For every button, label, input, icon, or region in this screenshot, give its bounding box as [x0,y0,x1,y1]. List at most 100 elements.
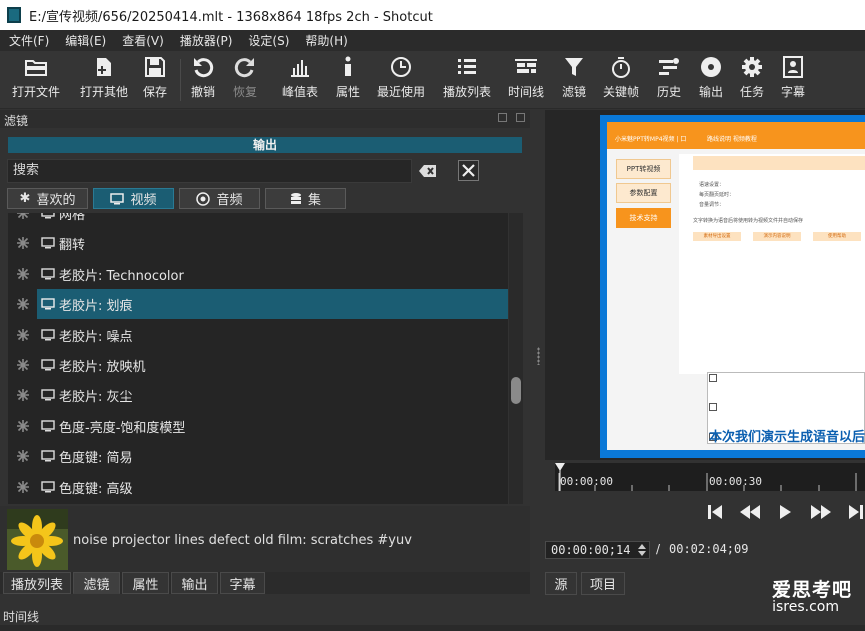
tab-favorites[interactable]: ✱ 喜欢的 [7,188,88,209]
filter-row-chroma-key-simple[interactable]: 色度键: 简易 [8,441,508,471]
tab-properties[interactable]: 属性 [122,572,169,594]
close-icon [462,164,475,177]
menu-file[interactable]: 文件(F) [0,32,56,49]
disc-export-icon [700,51,722,83]
filter-row-chroma-key-advanced[interactable]: 色度键: 高级 [8,472,508,502]
float-panel-icon[interactable] [498,113,507,122]
filter-row-old-film-noise[interactable]: 老胶片: 噪点 [8,320,508,350]
filters-panel-title: 滤镜 [4,114,29,128]
redo-button[interactable]: 恢复 [229,51,261,109]
monitor-icon [110,192,125,204]
filter-name: 老胶片: 放映机 [59,359,146,375]
close-filter-search-button[interactable] [458,160,479,181]
filter-row-old-film-projector[interactable]: 老胶片: 放映机 [8,350,508,380]
ruler-time-30: 00:00:30 [709,475,762,488]
favorite-star-icon[interactable] [17,450,29,462]
favorite-star-icon[interactable] [17,481,29,493]
menu-view[interactable]: 查看(V) [113,32,171,49]
tab-filters[interactable]: 滤镜 [73,572,120,594]
filter-list-scrollbar[interactable] [509,213,523,504]
undo-button[interactable]: 撤销 [187,51,219,109]
menu-edit[interactable]: 编辑(E) [56,32,113,49]
favorite-star-icon[interactable] [17,359,29,371]
frame-side-button-2: 参数配置 [616,183,671,203]
frame-subtitle-text: 本次我们演示生成语音以后 [709,430,865,445]
close-panel-icon[interactable] [516,113,525,122]
timeline-button[interactable]: 时间线 [505,51,547,109]
monitor-icon [41,237,55,249]
timecode-separator: / [656,542,661,556]
save-button[interactable]: 保存 [139,51,171,109]
skip-to-end-icon[interactable] [848,503,864,521]
filter-row-hsl[interactable]: 色度-亮度-饱和度模型 [8,411,508,441]
fast-forward-icon[interactable] [810,503,832,521]
filter-thumbnail-flower [7,509,68,570]
open-file-button[interactable]: 打开文件 [8,51,64,109]
subtitles-button[interactable]: 字幕 [777,51,809,109]
timecode-spinner-icon[interactable] [637,542,647,558]
current-timecode-input[interactable]: 00:00:00;14 [545,541,650,559]
monitor-icon [41,389,55,401]
video-frame-content: 小米魅PPT转MP4视频 | 口 路线说明 视频教程 PPT转视频 参数配置 技… [607,122,865,450]
monitor-icon [41,298,55,310]
filter-row-old-film-scratches[interactable]: 老胶片: 划痕 [8,289,508,319]
favorite-star-icon[interactable] [17,213,29,219]
filter-description: noise projector lines defect old film: s… [73,533,412,548]
tab-sets[interactable]: 集 [265,188,346,209]
open-other-button[interactable]: 打开其他 [74,51,134,109]
peak-meter-button[interactable]: 峰值表 [279,51,321,109]
jobs-button[interactable]: 任务 [736,51,768,109]
favorite-star-icon[interactable] [17,329,29,341]
export-button[interactable]: 输出 [695,51,727,109]
tab-export[interactable]: 输出 [171,572,218,594]
monitor-icon [41,359,55,371]
menu-player[interactable]: 播放器(P) [171,32,240,49]
title-bar: E:/宣传视频/656/20250414.mlt - 1368x864 18fp… [0,0,865,30]
frame-main-area: 语速设置： 每页翻页延时： 音量调节： 文字转换为语音后将使用转为视频文件并自动… [679,154,865,374]
favorite-star-icon[interactable] [17,237,29,249]
filter-name: 网格 [59,213,86,223]
recent-button[interactable]: 最近使用 [374,51,428,109]
site-watermark: 爱思考吧 isres.com [771,579,852,615]
history-button[interactable]: 历史 [653,51,685,109]
menu-bar: 文件(F) 编辑(E) 查看(V) 播放器(P) 设定(S) 帮助(H) [0,30,865,51]
filter-row-old-film-technocolor[interactable]: 老胶片: Technocolor [8,259,508,289]
timeline-panel-title: 时间线 [3,610,40,624]
filter-name: 老胶片: 噪点 [59,329,133,345]
filters-button[interactable]: 滤镜 [558,51,590,109]
panel-splitter-handle[interactable] [537,347,540,365]
filter-search-input[interactable]: 搜索 [7,159,412,183]
filter-name: 老胶片: 划痕 [59,298,133,314]
filter-row-grid[interactable]: 网格 [8,213,508,228]
tab-playlist[interactable]: 播放列表 [3,572,71,594]
menu-help[interactable]: 帮助(H) [296,32,354,49]
play-icon[interactable] [778,503,792,521]
skip-to-start-icon[interactable] [707,503,723,521]
scrollbar-thumb[interactable] [511,377,521,404]
tab-audio[interactable]: 音频 [179,188,260,209]
properties-button[interactable]: 属性 [332,51,364,109]
monitor-icon [41,481,55,493]
shotcut-app-icon [7,7,21,23]
clear-search-icon[interactable] [418,163,438,179]
tab-source[interactable]: 源 [545,572,577,595]
menu-settings[interactable]: 设定(S) [239,32,296,49]
playlist-button[interactable]: 播放列表 [441,51,493,109]
filter-row-old-film-dust[interactable]: 老胶片: 灰尘 [8,380,508,410]
keyframes-button[interactable]: 关键帧 [600,51,642,109]
rewind-icon[interactable] [739,503,761,521]
save-disk-icon [144,51,166,83]
tab-video[interactable]: 视频 [93,188,174,209]
filter-name: 翻转 [59,237,86,253]
favorite-star-icon[interactable] [17,298,29,310]
window-title: E:/宣传视频/656/20250414.mlt - 1368x864 18fp… [29,9,433,25]
favorite-star-icon[interactable] [17,389,29,401]
favorite-star-icon[interactable] [17,420,29,432]
favorite-star-icon[interactable] [17,268,29,280]
file-add-icon [93,51,115,83]
filter-row-flip[interactable]: 翻转 [8,228,508,258]
tab-subtitles[interactable]: 字幕 [220,572,265,594]
tab-project[interactable]: 项目 [581,572,625,595]
undo-arrow-icon [192,51,214,83]
frame-side-button-3: 技术支持 [616,208,671,228]
